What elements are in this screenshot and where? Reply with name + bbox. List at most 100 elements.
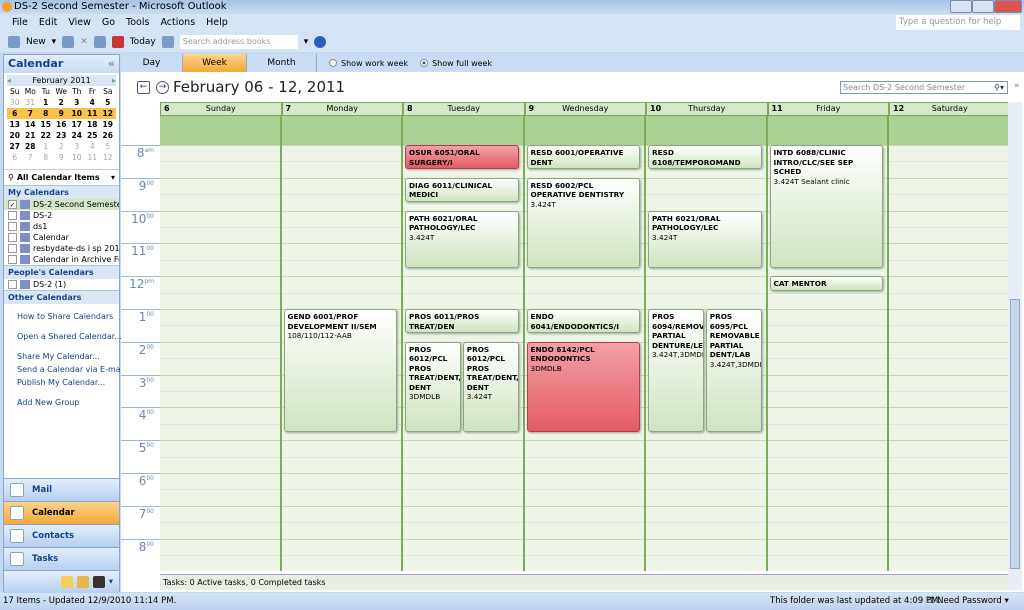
notes-icon[interactable] bbox=[60, 576, 73, 588]
mini-day[interactable]: 8 bbox=[38, 152, 54, 163]
checkbox[interactable] bbox=[8, 233, 17, 242]
calendar-event[interactable]: PROS 6095/PCL REMOVABLE PARTIAL DENT/LAB… bbox=[705, 309, 762, 432]
menu-help[interactable]: Help bbox=[206, 14, 228, 32]
tab-day[interactable]: Day bbox=[121, 54, 183, 72]
all-day-area[interactable] bbox=[646, 116, 768, 145]
previous-week-button[interactable]: ← bbox=[137, 81, 150, 94]
day-column[interactable] bbox=[889, 145, 1011, 572]
mini-day[interactable]: 4 bbox=[85, 97, 101, 108]
calendar-search-input[interactable]: Search DS-2 Second Semester ⚲▾ bbox=[840, 81, 1008, 94]
mini-day[interactable]: 8 bbox=[38, 108, 54, 119]
menu-tools[interactable]: Tools bbox=[126, 14, 149, 32]
all-day-area[interactable] bbox=[524, 116, 646, 145]
mini-day[interactable]: 5 bbox=[100, 97, 116, 108]
address-book-icon[interactable] bbox=[161, 36, 174, 48]
next-month-icon[interactable]: ▸ bbox=[112, 75, 116, 86]
mini-day[interactable]: 6 bbox=[7, 108, 23, 119]
mini-day[interactable]: 6 bbox=[7, 152, 23, 163]
day-column[interactable] bbox=[160, 145, 282, 572]
calendar-item[interactable]: ds1 bbox=[4, 221, 119, 232]
mini-day[interactable]: 25 bbox=[85, 130, 101, 141]
mini-day[interactable]: 4 bbox=[85, 141, 101, 152]
mini-day[interactable]: 1 bbox=[38, 141, 54, 152]
calendar-event[interactable]: PATH 6021/ORAL PATHOLOGY/LEC 3.424T bbox=[648, 210, 762, 268]
mini-day[interactable]: 27 bbox=[7, 141, 23, 152]
mini-day[interactable]: 30 bbox=[7, 97, 23, 108]
calendar-event[interactable]: PATH 6021/ORAL PATHOLOGY/LEC 3.424T bbox=[405, 210, 519, 268]
day-header[interactable]: 11 Friday bbox=[767, 102, 889, 116]
mini-day[interactable]: 11 bbox=[84, 108, 100, 119]
day-header[interactable]: 9 Wednesday bbox=[524, 102, 646, 116]
calendar-item[interactable]: resbydate-ds i sp 2010 bbox=[4, 243, 119, 254]
calendar-event[interactable]: PROS 6011/PROS TREAT/DEN3.424T bbox=[405, 309, 519, 334]
mini-day[interactable]: 12 bbox=[100, 108, 116, 119]
day-header[interactable]: 7 Monday bbox=[281, 102, 403, 116]
next-week-button[interactable]: → bbox=[156, 81, 169, 94]
password-status[interactable]: ⚿ Need Password ▾ bbox=[928, 593, 1009, 610]
link-publish[interactable]: Publish My Calendar... bbox=[4, 378, 119, 387]
mini-day[interactable]: 10 bbox=[69, 108, 85, 119]
mini-day[interactable]: 31 bbox=[23, 97, 39, 108]
calendar-grid-icon[interactable] bbox=[111, 36, 124, 48]
mini-day[interactable]: 21 bbox=[23, 130, 39, 141]
checkbox[interactable] bbox=[8, 222, 17, 231]
mini-day[interactable]: 22 bbox=[38, 130, 54, 141]
maximize-button[interactable] bbox=[972, 0, 994, 13]
mini-day[interactable]: 11 bbox=[85, 152, 101, 163]
nav-calendar-button[interactable]: Calendar bbox=[4, 501, 119, 524]
checkbox[interactable]: ✓ bbox=[8, 200, 17, 209]
calendar-event[interactable]: RESD 6108/TEMPOROMAND3.424T bbox=[648, 145, 762, 170]
mini-day[interactable]: 1 bbox=[38, 97, 54, 108]
close-button[interactable] bbox=[994, 0, 1022, 13]
checkbox[interactable] bbox=[8, 211, 17, 220]
address-search-input[interactable]: Search address books bbox=[179, 35, 298, 49]
menu-view[interactable]: View bbox=[68, 14, 91, 32]
all-day-area[interactable] bbox=[403, 116, 525, 145]
other-calendars-header[interactable]: Other Calendars bbox=[4, 290, 119, 304]
mini-day[interactable]: 14 bbox=[23, 119, 39, 130]
calendar-event[interactable]: DIAG 6011/CLINICAL MEDICI3.424T bbox=[405, 177, 519, 203]
show-full-week-radio[interactable]: Show full week bbox=[420, 54, 492, 72]
mini-day[interactable]: 16 bbox=[54, 119, 70, 130]
new-dropdown-icon[interactable]: ▾ bbox=[52, 37, 57, 47]
calendar-event[interactable]: PROS 6012/PCL PROS TREAT/DENT, DENT 3.424… bbox=[462, 341, 519, 432]
prev-month-icon[interactable]: ◂ bbox=[7, 75, 11, 86]
day-header[interactable]: 12 Saturday bbox=[889, 102, 1011, 116]
mini-day[interactable]: 2 bbox=[54, 141, 70, 152]
mini-day[interactable]: 7 bbox=[22, 108, 38, 119]
calendar-item[interactable]: DS-2 bbox=[4, 210, 119, 221]
checkbox[interactable] bbox=[8, 255, 17, 264]
tab-week[interactable]: Week bbox=[183, 54, 247, 72]
mini-day[interactable]: 3 bbox=[69, 141, 85, 152]
shortcut-icon[interactable] bbox=[92, 576, 105, 588]
calendar-item[interactable]: Calendar bbox=[4, 232, 119, 243]
mini-day[interactable]: 24 bbox=[69, 130, 85, 141]
mini-day[interactable]: 9 bbox=[53, 108, 69, 119]
help-icon[interactable] bbox=[314, 36, 327, 48]
calendar-event[interactable]: RESD 6001/OPERATIVE DENT3.424T bbox=[526, 145, 640, 170]
peoples-calendars-header[interactable]: People's Calendars bbox=[4, 265, 119, 279]
menu-file[interactable]: File bbox=[12, 14, 28, 32]
day-header[interactable]: 10 Thursday bbox=[646, 102, 768, 116]
menu-actions[interactable]: Actions bbox=[160, 14, 195, 32]
all-day-area[interactable] bbox=[281, 116, 403, 145]
folder-icon[interactable] bbox=[76, 576, 89, 588]
new-button[interactable]: New bbox=[26, 37, 46, 47]
nav-tasks-button[interactable]: Tasks bbox=[4, 547, 119, 570]
mini-day[interactable]: 15 bbox=[38, 119, 54, 130]
mini-day[interactable]: 5 bbox=[100, 141, 116, 152]
calendar-event[interactable]: GEND 6001/PROF DEVELOPMENT II/SEM 108/110… bbox=[283, 309, 397, 432]
today-button[interactable]: Today bbox=[130, 37, 156, 47]
calendar-item[interactable]: Calendar in Archive Fol bbox=[4, 254, 119, 265]
calendar-event[interactable]: INTD 6088/CLINIC INTRO/CLC/SEE SEP SCHED… bbox=[769, 145, 883, 268]
scrollbar-thumb[interactable] bbox=[1010, 299, 1020, 569]
menu-go[interactable]: Go bbox=[102, 14, 115, 32]
mini-day[interactable]: 28 bbox=[23, 141, 39, 152]
address-book-icon[interactable] bbox=[93, 36, 106, 48]
mini-day[interactable]: 26 bbox=[100, 130, 116, 141]
mini-day[interactable]: 12 bbox=[100, 152, 116, 163]
calendar-event[interactable]: ENDO 6142/PCL ENDODONTICS 3DMDLB bbox=[526, 341, 640, 432]
calendar-event[interactable]: RESD 6002/PCL OPERATIVE DENTISTRY 3.424T bbox=[526, 177, 640, 268]
help-search-input[interactable]: Type a question for help bbox=[896, 15, 1020, 30]
calendar-event[interactable]: ENDO 6041/ENDODONTICS/I3.424T bbox=[526, 309, 640, 334]
